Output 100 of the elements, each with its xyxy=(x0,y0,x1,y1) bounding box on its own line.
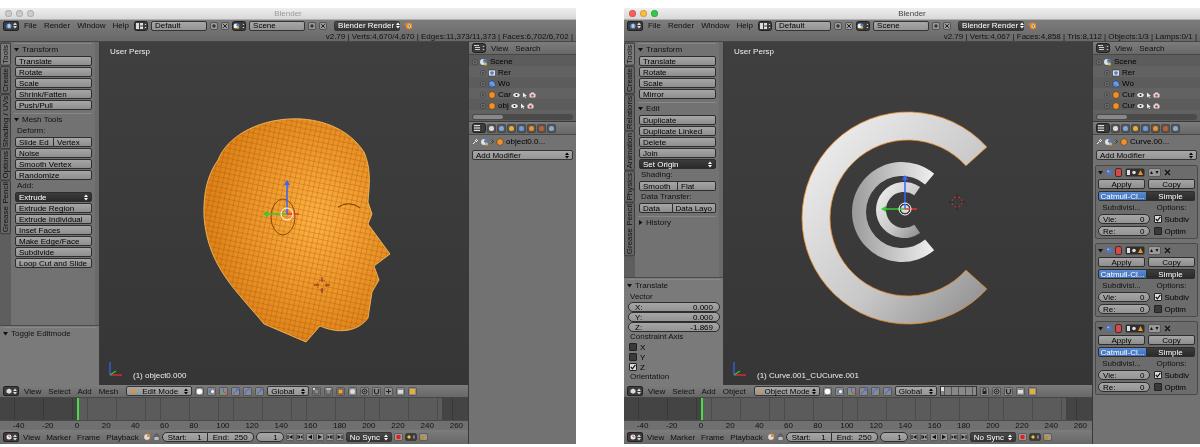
add-icon[interactable] xyxy=(210,21,219,30)
apply-button[interactable]: Apply xyxy=(1098,257,1145,267)
outliner-type-icon[interactable] xyxy=(1096,43,1110,53)
tab-icon[interactable] xyxy=(1121,123,1130,133)
expand-toggle-icon[interactable] xyxy=(1104,102,1110,109)
tool-button[interactable]: Subdivide xyxy=(15,247,92,257)
face-select-icon[interactable] xyxy=(336,386,346,396)
display-toggles-icon[interactable] xyxy=(1125,167,1145,177)
tab-icon[interactable] xyxy=(497,123,506,133)
number-field[interactable]: Z: -1.869 xyxy=(628,322,720,332)
add-icon[interactable] xyxy=(834,21,843,30)
editor-type-button[interactable] xyxy=(3,386,19,396)
name-field[interactable] xyxy=(1115,167,1122,177)
apply-button[interactable]: Apply xyxy=(1098,335,1145,345)
tab-icon[interactable] xyxy=(527,123,536,133)
image-icon[interactable] xyxy=(408,386,418,396)
copy-button[interactable]: Copy xyxy=(1148,335,1195,345)
jump-to-end-icon[interactable] xyxy=(335,433,344,441)
checkbox[interactable] xyxy=(1153,227,1162,235)
eye-icon[interactable] xyxy=(1136,102,1144,109)
tool-button[interactable]: Join xyxy=(639,148,716,158)
next-keyframe-icon[interactable] xyxy=(949,433,958,441)
pivot-icon[interactable] xyxy=(207,386,217,396)
jump-to-end-icon[interactable] xyxy=(959,433,968,441)
rotate-icon[interactable] xyxy=(243,386,253,396)
tab-icon[interactable] xyxy=(547,123,556,133)
tool-button[interactable]: Delete xyxy=(639,137,716,147)
expand-toggle-icon[interactable] xyxy=(472,58,478,65)
tool-button[interactable]: Shrink/Fatten xyxy=(15,89,92,99)
image-icon[interactable] xyxy=(1028,386,1038,396)
tool-button[interactable]: Push/Pull xyxy=(15,100,92,110)
scrollbar[interactable] xyxy=(1096,114,1197,120)
properties-type-icon[interactable] xyxy=(472,123,486,133)
orientation-dropdown[interactable]: Global xyxy=(267,386,310,396)
add-modifier-dropdown[interactable]: Add Modifier xyxy=(1096,150,1197,160)
layout-field[interactable]: Default xyxy=(151,20,208,31)
occlude-geometry-icon[interactable] xyxy=(348,386,358,396)
disclosure-triangle-icon[interactable] xyxy=(1098,169,1103,175)
camera-icon[interactable] xyxy=(1152,102,1160,109)
pin-icon[interactable] xyxy=(472,138,479,145)
shading-icon[interactable] xyxy=(195,386,205,396)
proportional-edit-icon[interactable] xyxy=(992,386,1002,396)
menu-item[interactable]: Window xyxy=(75,21,108,30)
mode-dropdown[interactable]: Edit Mode xyxy=(126,386,193,396)
menu-item[interactable]: Search xyxy=(513,43,543,53)
menu-item[interactable]: Mesh xyxy=(96,386,121,396)
tool-button[interactable]: Loop Cut and Slide xyxy=(15,258,92,268)
editor-type-button[interactable] xyxy=(3,20,19,31)
checkbox[interactable] xyxy=(1153,293,1162,301)
tool-button[interactable]: Mirror xyxy=(639,89,716,99)
close-button[interactable] xyxy=(629,10,636,17)
current-frame-field[interactable]: 1 xyxy=(879,432,908,442)
tool-button[interactable]: Scale xyxy=(639,78,716,88)
menu-item[interactable]: File xyxy=(22,21,39,30)
sync-dropdown[interactable]: No Sync xyxy=(345,432,392,442)
menu-item[interactable]: Help xyxy=(734,21,756,30)
menu-item[interactable]: Object xyxy=(720,386,748,396)
camera-icon[interactable] xyxy=(526,102,534,109)
tab-icon[interactable] xyxy=(1131,123,1140,133)
tool-button[interactable]: Slide Ed xyxy=(15,137,54,147)
disclosure-triangle-icon[interactable] xyxy=(638,106,643,111)
translate-icon[interactable] xyxy=(231,386,241,396)
camera-icon[interactable] xyxy=(528,91,536,98)
mode-dropdown[interactable]: Object Mode xyxy=(753,386,820,396)
move-arrows-icon[interactable] xyxy=(1148,167,1161,177)
play-reverse-icon[interactable] xyxy=(305,433,314,441)
shading-icon[interactable] xyxy=(822,386,832,396)
subdivision-type-button[interactable]: Catmull-Cl... xyxy=(1098,191,1147,201)
tool-button[interactable]: Translate xyxy=(639,56,716,66)
outliner-type-icon[interactable] xyxy=(472,43,486,53)
tool-button[interactable]: Scale xyxy=(15,78,92,88)
current-frame-field[interactable]: 1 xyxy=(255,432,284,442)
editor-type-button[interactable] xyxy=(627,432,643,442)
keying-icon[interactable] xyxy=(142,433,151,441)
next-keyframe-icon[interactable] xyxy=(325,433,334,441)
previous-keyframe-icon[interactable] xyxy=(295,433,304,441)
magnet-icon[interactable] xyxy=(1004,386,1014,396)
tool-button[interactable]: Rotate xyxy=(639,67,716,77)
tab-icon[interactable] xyxy=(1111,123,1120,133)
expand-toggle-icon[interactable] xyxy=(480,80,486,87)
tool-dropdown[interactable]: Extrude xyxy=(15,192,92,202)
add-modifier-dropdown[interactable]: Add Modifier xyxy=(472,150,573,160)
snap-target-icon[interactable] xyxy=(384,386,394,396)
tool-button[interactable]: Randomize xyxy=(15,170,92,180)
checkbox[interactable] xyxy=(629,363,637,371)
tab-icon[interactable] xyxy=(517,123,526,133)
number-field[interactable]: Y: 0.000 xyxy=(628,312,720,322)
menu-item[interactable]: Help xyxy=(110,21,132,30)
camera-icon[interactable] xyxy=(1152,91,1160,98)
layout-icon[interactable] xyxy=(758,20,773,31)
subdivision-type-button[interactable]: Simple xyxy=(1147,191,1195,201)
end-frame-field[interactable]: End: 250 xyxy=(207,432,254,442)
pivot-icon[interactable] xyxy=(834,386,844,396)
menu-item[interactable]: Add xyxy=(699,386,718,396)
menu-item[interactable]: View xyxy=(646,386,668,396)
tool-button[interactable]: Smooth xyxy=(639,181,678,191)
menu-item[interactable]: Render xyxy=(41,21,73,30)
tool-button[interactable]: Extrude Individual xyxy=(15,214,92,224)
checkbox[interactable] xyxy=(1153,305,1162,313)
record-icon[interactable] xyxy=(393,433,403,441)
